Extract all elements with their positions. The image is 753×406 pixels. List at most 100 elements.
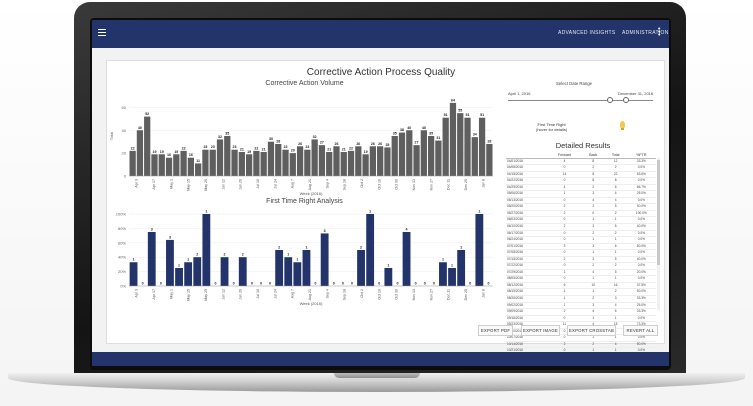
data-label: 26	[356, 142, 360, 146]
data-label: 25	[385, 143, 389, 147]
bar	[471, 137, 478, 176]
bar	[449, 102, 457, 176]
x-tick-label: Jun 12	[221, 179, 225, 190]
data-label: 21	[262, 148, 266, 152]
lightbulb-icon[interactable]	[620, 121, 625, 130]
ftr-info[interactable]: First Time Right (hover for details)	[536, 122, 567, 132]
x-tick-label: Aug 21	[308, 289, 312, 300]
end-date: December 31, 2016	[618, 91, 654, 96]
bar	[347, 150, 355, 176]
bar	[448, 268, 456, 286]
data-label: 26	[378, 142, 382, 146]
date-slider-start-handle[interactable]	[607, 97, 613, 103]
x-tick-label: May 29	[204, 179, 208, 191]
bar	[318, 145, 326, 176]
vertical-ellipsis-icon[interactable]: • • •	[658, 26, 661, 39]
bar	[333, 146, 340, 176]
date-slider-end-handle[interactable]	[623, 97, 629, 103]
x-tick-label: Jul 24	[273, 289, 277, 299]
x-tick-label: Dec 25	[464, 289, 468, 300]
data-label: 0	[333, 282, 335, 286]
nav-advanced-insights[interactable]: ADVANCED INSIGHTS	[558, 30, 616, 36]
data-label: 0	[269, 282, 271, 286]
volume-chart: 0204060Total22405219 19161922161123 233235…	[109, 98, 493, 196]
details-scrollbar[interactable]	[657, 158, 660, 310]
data-label: 1	[205, 210, 207, 214]
bar	[147, 232, 156, 286]
data-label: 2	[224, 253, 226, 257]
ftr-chart: 0% 20% 40% 60% 80% 100% 1 0 3 0 3 1 1 2 1 0 2 0 2 0 0 0 2 1 1 1 0 3…	[116, 210, 493, 306]
data-label: 2	[196, 253, 198, 257]
data-label: 0	[142, 282, 144, 286]
y-tick-label: 0	[124, 174, 127, 179]
x-tick-label: Apr 17	[152, 289, 156, 300]
x-tick-label: Sep 18	[343, 289, 347, 300]
nav-administration[interactable]: ADMINISTRATION	[622, 30, 669, 36]
bar	[151, 154, 158, 176]
start-date: April 1, 2016	[508, 91, 531, 96]
bar	[413, 145, 420, 176]
data-label: 40	[138, 126, 142, 130]
bar	[355, 146, 362, 176]
app-screen: ADVANCED INSIGHTS ADMINISTRATION • • • Cor…	[92, 20, 669, 366]
details-scroll-thumb[interactable]	[657, 160, 660, 265]
data-label: 52	[145, 112, 149, 116]
revert-all-button[interactable]: REVERT ALL	[623, 325, 658, 336]
bar	[216, 139, 224, 176]
x-tick-label: Dec 11	[447, 289, 451, 300]
x-tick-label: Nov 27	[429, 289, 433, 300]
x-tick-label: Apr 3	[135, 289, 139, 298]
bar	[486, 144, 493, 176]
x-tick-label: Nov 13	[412, 289, 416, 300]
data-label: 23	[203, 145, 207, 149]
bar	[340, 152, 347, 176]
date-slider-track[interactable]	[508, 100, 653, 101]
hamburger-icon[interactable]	[98, 29, 106, 36]
data-label: 26	[371, 142, 375, 146]
ftr-chart-title: First Time Right Analysis	[266, 198, 343, 205]
bar	[406, 130, 413, 176]
data-label: 0	[415, 282, 417, 286]
bar	[320, 233, 329, 286]
export-image-button[interactable]: EXPORT IMAGE	[521, 325, 560, 336]
y-tick-label: 40	[122, 128, 127, 133]
data-label: 40	[422, 126, 426, 130]
x-tick-label: May 15	[187, 179, 191, 191]
bar	[293, 262, 302, 286]
bar	[296, 146, 304, 176]
y-tick-label: 40%	[118, 255, 126, 260]
bar	[166, 239, 174, 286]
bar	[245, 154, 253, 176]
data-label: 3	[151, 228, 153, 232]
data-label: 1	[442, 258, 444, 262]
bar	[129, 262, 138, 286]
data-label: 1	[451, 264, 453, 268]
export-crosstab-button[interactable]: EXPORT CROSSTAB	[567, 325, 616, 336]
bar	[260, 152, 267, 176]
bar	[457, 250, 466, 286]
details-title: Detailed Results	[555, 141, 611, 150]
y-axis-label: Total	[109, 132, 114, 141]
x-tick-label: Apr 3	[135, 179, 139, 188]
x-tick-label: Oct 30	[395, 289, 399, 300]
bar	[202, 149, 209, 176]
data-label: 35	[393, 132, 397, 136]
bar	[398, 132, 406, 176]
x-tick-label: Oct 16	[377, 289, 381, 300]
app-bar: ADVANCED INSIGHTS ADMINISTRATION • • •	[92, 20, 669, 48]
data-label: 0	[315, 282, 317, 286]
bar	[158, 154, 165, 176]
bar	[384, 268, 393, 286]
bar	[289, 153, 296, 176]
data-label: 11	[196, 159, 200, 163]
data-label: 27	[415, 141, 419, 145]
bar	[195, 163, 202, 176]
bar	[284, 257, 293, 286]
x-tick-label: Dec 11	[447, 179, 451, 190]
bar	[475, 214, 484, 286]
bar	[302, 250, 311, 286]
export-pdf-button[interactable]: EXPORT PDF	[478, 325, 513, 336]
x-tick-label: May 29	[204, 289, 208, 301]
bar	[253, 150, 260, 176]
ftr-hint: (hover for details)	[536, 127, 568, 132]
